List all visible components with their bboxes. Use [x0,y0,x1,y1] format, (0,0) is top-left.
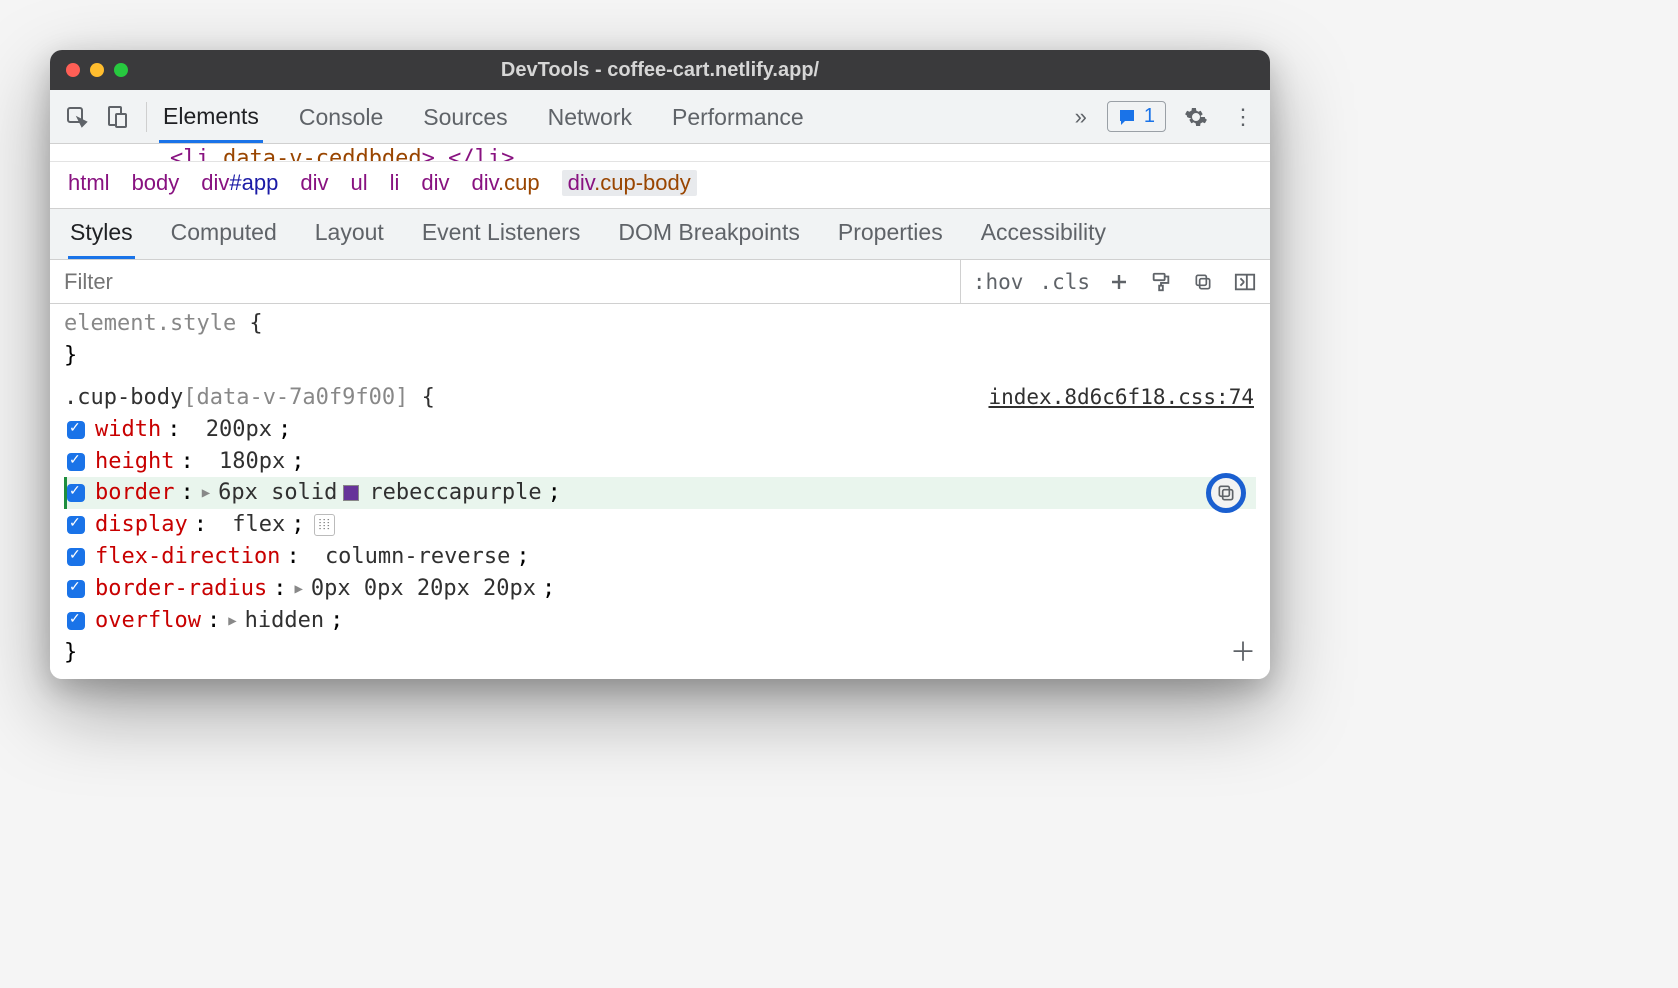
dom-tree-snippet[interactable]: <li data-v-ceddbded>…</li> [50,144,1270,162]
subtab-computed[interactable]: Computed [169,209,279,259]
toggle-border-radius[interactable] [67,580,85,598]
decl-width[interactable]: width: 200px; [64,414,1256,446]
styles-filter-row: :hov .cls [50,260,1270,304]
styles-filter-input[interactable] [50,269,960,295]
toolbar-divider [146,102,147,132]
decl-display[interactable]: display: flex; ⦙⦙⦙ [64,509,1256,541]
maximize-window-button[interactable] [114,63,128,77]
decl-overflow[interactable]: overflow: ▶ hidden; [64,605,1256,637]
expand-icon[interactable]: ▶ [294,579,302,599]
selector-element-style: element.style [64,311,236,336]
crumb-div-cup[interactable]: div.cup [472,170,540,196]
more-options-icon[interactable]: ⋮ [1226,104,1260,130]
crumb-li[interactable]: li [390,170,400,196]
crumb-html[interactable]: html [68,170,110,196]
rule-cup-body[interactable]: index.8d6c6f18.css:74 .cup-body[data-v-7… [50,382,1270,669]
copy-declaration-button[interactable] [1206,473,1246,513]
new-style-rule-icon[interactable] [1106,269,1132,295]
styles-tools: :hov .cls [960,260,1270,303]
tab-elements[interactable]: Elements [159,91,263,143]
toggle-flex-direction[interactable] [67,548,85,566]
device-toolbar-icon[interactable] [100,100,134,134]
issues-count: 1 [1144,105,1155,128]
add-declaration-icon[interactable]: ＋ [1230,635,1256,673]
close-window-button[interactable] [66,63,80,77]
hov-toggle[interactable]: :hov [973,270,1024,294]
copy-styles-icon[interactable] [1190,269,1216,295]
crumb-div-cup-body[interactable]: div.cup-body [562,170,697,196]
cls-toggle[interactable]: .cls [1039,270,1090,294]
tab-network[interactable]: Network [544,92,636,141]
tab-console[interactable]: Console [295,92,387,141]
styles-pane: element.style { } index.8d6c6f18.css:74 … [50,304,1270,679]
traffic-lights [66,63,128,77]
computed-toggle-icon[interactable] [1232,269,1258,295]
subtab-event-listeners[interactable]: Event Listeners [420,209,583,259]
crumb-div-app[interactable]: div#app [201,170,278,196]
tab-sources[interactable]: Sources [419,92,511,141]
decl-border[interactable]: border: ▶ 6px solid rebeccapurple; [64,477,1256,509]
crumb-body[interactable]: body [132,170,180,196]
decl-border-radius[interactable]: border-radius: ▶ 0px 0px 20px 20px; [64,573,1256,605]
crumb-div2[interactable]: div [421,170,449,196]
expand-icon[interactable]: ▶ [202,483,210,503]
elements-subtabs: Styles Computed Layout Event Listeners D… [50,209,1270,260]
subtab-properties[interactable]: Properties [836,209,945,259]
issues-badge[interactable]: 1 [1107,101,1166,132]
breadcrumb: html body div#app div ul li div div.cup … [50,162,1270,209]
toggle-overflow[interactable] [67,612,85,630]
devtools-window: DevTools - coffee-cart.netlify.app/ Elem… [50,50,1270,679]
color-swatch-icon[interactable] [343,485,359,501]
subtab-layout[interactable]: Layout [313,209,386,259]
toggle-border[interactable] [67,484,85,502]
selector-main: .cup-body [64,385,183,410]
toggle-display[interactable] [67,516,85,534]
toggle-height[interactable] [67,453,85,471]
rule-close: } [64,637,1256,669]
titlebar: DevTools - coffee-cart.netlify.app/ [50,50,1270,90]
selector-attr: [data-v-7a0f9f00] [183,385,408,410]
expand-icon[interactable]: ▶ [228,611,236,631]
crumb-div[interactable]: div [300,170,328,196]
crumb-ul[interactable]: ul [350,170,367,196]
inspect-element-icon[interactable] [60,100,94,134]
window-title: DevTools - coffee-cart.netlify.app/ [50,59,1270,82]
rule-element-style[interactable]: element.style { } [50,308,1270,372]
more-tabs-icon[interactable]: » [1067,104,1095,130]
subtab-styles[interactable]: Styles [68,209,135,259]
tab-performance[interactable]: Performance [668,92,808,141]
settings-icon[interactable] [1178,105,1214,129]
main-toolbar: Elements Console Sources Network Perform… [50,90,1270,144]
panel-tabs: Elements Console Sources Network Perform… [159,91,808,143]
paint-icon[interactable] [1148,269,1174,295]
minimize-window-button[interactable] [90,63,104,77]
flex-editor-icon[interactable]: ⦙⦙⦙ [314,514,334,536]
source-link[interactable]: index.8d6c6f18.css:74 [988,382,1254,412]
subtab-accessibility[interactable]: Accessibility [979,209,1108,259]
rule-close: } [64,340,1256,372]
decl-flex-direction[interactable]: flex-direction: column-reverse; [64,541,1256,573]
toolbar-right: » 1 ⋮ [1067,101,1260,132]
subtab-dom-breakpoints[interactable]: DOM Breakpoints [616,209,802,259]
toggle-width[interactable] [67,421,85,439]
decl-height[interactable]: height: 180px; [64,446,1256,478]
